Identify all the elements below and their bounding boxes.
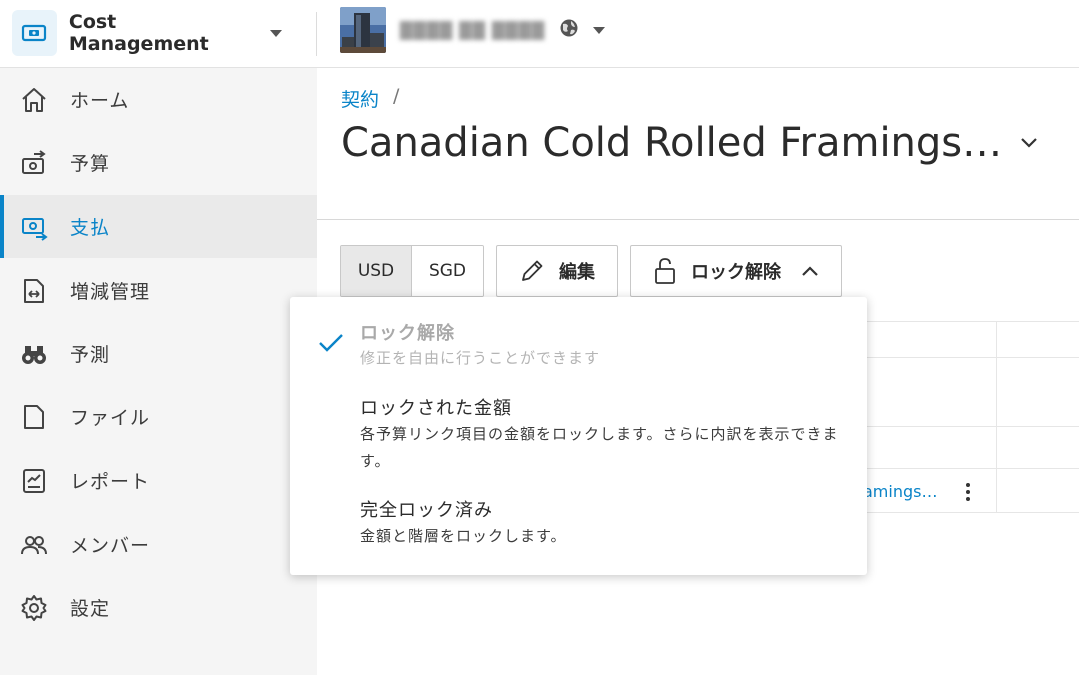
binoculars-icon bbox=[18, 338, 50, 370]
breadcrumb-link-contracts[interactable]: 契約 bbox=[341, 85, 379, 112]
lock-option-locked-amounts[interactable]: ロックされた金額 各予算リンク項目の金額をロックします。さらに内訳を表示できます… bbox=[290, 385, 867, 485]
lock-menu: ロック解除 修正を自由に行うことができます ロックされた金額 各予算リンク項目の… bbox=[290, 297, 867, 575]
sidebar-item-home[interactable]: ホーム bbox=[0, 68, 317, 131]
app-name: Cost Management bbox=[68, 11, 209, 55]
cost-management-logo-icon bbox=[12, 10, 57, 56]
project-name: ████ ██ ████ bbox=[400, 20, 546, 40]
app-switcher[interactable]: Cost Management bbox=[12, 10, 282, 56]
home-icon bbox=[18, 84, 50, 116]
pencil-icon bbox=[519, 258, 545, 284]
breadcrumb-separator: / bbox=[393, 85, 400, 107]
project-thumbnail bbox=[340, 7, 386, 53]
sidebar-item-payment[interactable]: 支払 bbox=[0, 195, 317, 258]
chevron-up-icon bbox=[801, 265, 819, 277]
chevron-down-icon[interactable] bbox=[1020, 134, 1038, 153]
sidebar-item-label: ホーム bbox=[70, 90, 130, 112]
edit-button[interactable]: 編集 bbox=[496, 245, 618, 297]
more-options-icon[interactable] bbox=[961, 480, 975, 504]
header-divider bbox=[316, 12, 317, 56]
sidebar-item-label: 予算 bbox=[70, 153, 111, 175]
title-row: Canadian Cold Rolled Framings… bbox=[341, 120, 1038, 166]
lock-button-label: ロック解除 bbox=[691, 262, 781, 283]
page-title: Canadian Cold Rolled Framings… bbox=[341, 120, 1003, 166]
sidebar-item-label: レポート bbox=[70, 471, 151, 493]
sidebar-item-label: 予測 bbox=[70, 344, 111, 366]
breadcrumb: 契約 / bbox=[341, 85, 399, 112]
budget-icon bbox=[18, 147, 50, 179]
top-bar: Cost Management ████ ██ ████ bbox=[0, 0, 1079, 68]
project-selector[interactable]: ████ ██ ████ bbox=[340, 7, 606, 53]
members-icon bbox=[18, 529, 50, 561]
sidebar-item-label: 設定 bbox=[70, 598, 111, 620]
currency-usd-button[interactable]: USD bbox=[341, 246, 412, 296]
chevron-down-icon bbox=[593, 26, 606, 34]
sidebar-item-files[interactable]: ファイル bbox=[0, 385, 317, 448]
sidebar-item-members[interactable]: メンバー bbox=[0, 513, 317, 576]
file-icon bbox=[18, 401, 50, 433]
currency-sgd-button[interactable]: SGD bbox=[412, 246, 483, 296]
sidebar-item-label: メンバー bbox=[70, 535, 151, 557]
lock-option-title: ロック解除 bbox=[360, 323, 455, 344]
checkmark-icon bbox=[318, 333, 344, 357]
sidebar-item-label: ファイル bbox=[70, 407, 151, 429]
sidebar-item-change-orders[interactable]: 増減管理 bbox=[0, 259, 317, 322]
toolbar: USD SGD 編集 ロック解除 bbox=[340, 245, 842, 297]
sidebar: ホーム 予算 支払 増減管理 予測 ファイル レポート メンバー 設定 bbox=[0, 68, 317, 675]
lock-option-unlocked[interactable]: ロック解除 修正を自由に行うことができます bbox=[290, 297, 867, 385]
sidebar-item-label: 支払 bbox=[70, 217, 111, 239]
sidebar-item-forecast[interactable]: 予測 bbox=[0, 322, 317, 385]
globe-icon bbox=[559, 18, 579, 42]
sidebar-item-reports[interactable]: レポート bbox=[0, 449, 317, 512]
change-order-icon bbox=[18, 275, 50, 307]
table-row-link[interactable]: amings… bbox=[863, 482, 937, 501]
edit-button-label: 編集 bbox=[559, 262, 595, 283]
sidebar-item-budget[interactable]: 予算 bbox=[0, 131, 317, 194]
report-icon bbox=[18, 465, 50, 497]
currency-toggle: USD SGD bbox=[340, 245, 484, 297]
sidebar-item-label: 増減管理 bbox=[70, 281, 151, 303]
chevron-down-icon bbox=[270, 29, 282, 37]
unlock-icon bbox=[653, 257, 677, 285]
lock-option-desc: 修正を自由に行うことができます bbox=[360, 349, 601, 367]
lock-button[interactable]: ロック解除 bbox=[630, 245, 842, 297]
lock-option-title: ロックされた金額 bbox=[360, 398, 512, 419]
lock-option-fully-locked[interactable]: 完全ロック済み 金額と階層をロックします。 bbox=[290, 485, 867, 565]
lock-option-desc: 金額と階層をロックします。 bbox=[360, 527, 567, 545]
divider bbox=[317, 219, 1079, 220]
lock-option-title: 完全ロック済み bbox=[360, 500, 493, 521]
payment-icon bbox=[18, 211, 50, 243]
gear-icon bbox=[18, 592, 50, 624]
lock-option-desc: 各予算リンク項目の金額をロックします。さらに内訳を表示できます。 bbox=[360, 425, 839, 470]
sidebar-item-settings[interactable]: 設定 bbox=[0, 576, 317, 639]
